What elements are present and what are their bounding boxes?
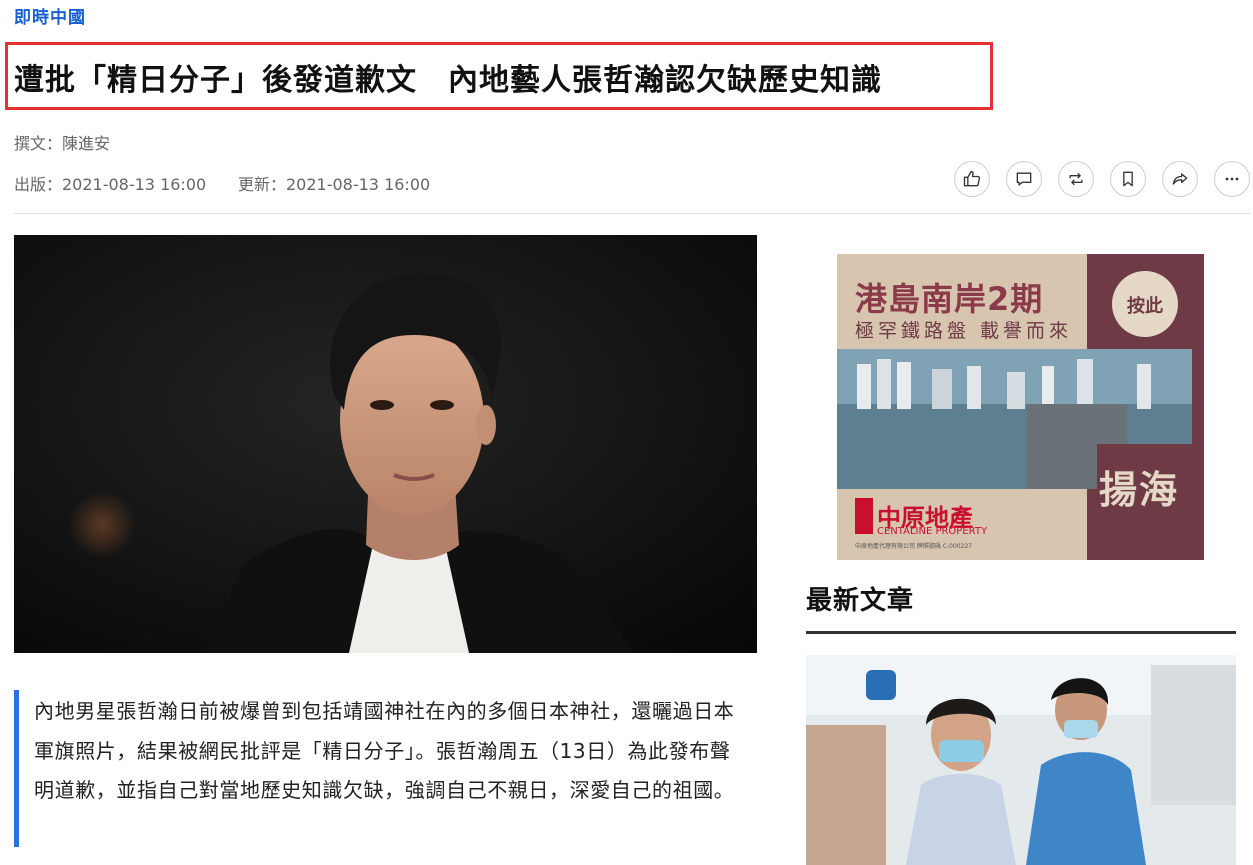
share-button[interactable] [1162,161,1198,197]
ad-subline: 極罕鐵路盤 載譽而來 [855,320,1073,342]
ad-headline: 港島南岸2期 [855,280,1044,318]
lede-accent-bar [14,690,19,847]
repost-icon [1069,172,1083,186]
comment-button[interactable] [1006,161,1042,197]
author-byline: 撰文：陳進安 [14,134,111,153]
article-lede: 內地男星張哲瀚日前被爆曾到包括靖國神社在內的多個日本神社，還曬過日本軍旗照片，結… [34,699,735,802]
bookmark-icon [1123,171,1133,187]
updated-date: 更新：2021-08-13 16:00 [238,175,431,194]
section-link[interactable]: 即時中國 [14,3,86,28]
like-button[interactable] [954,161,990,197]
hero-photo [14,235,757,653]
bookmark-button[interactable] [1110,161,1146,197]
thumbs-up-icon [963,170,981,187]
latest-articles-heading: 最新文章 [806,586,915,616]
published-date: 出版：2021-08-13 16:00 [14,175,207,194]
header-divider [14,213,1250,214]
repost-button[interactable] [1058,161,1094,197]
property-ad[interactable]: 港島南岸2期 極罕鐵路盤 載譽而來 按此 揚海 中原地產 CENTALINE P… [837,254,1204,560]
latest-divider [806,631,1236,634]
more-icon [1225,177,1239,181]
ad-brand-en: CENTALINE PROPERTY [877,526,988,537]
ad-cta-button[interactable]: 按此 [1127,292,1163,318]
more-button[interactable] [1214,161,1250,197]
ad-district: 揚海 [1099,468,1180,512]
latest-article-thumbnail[interactable] [806,655,1236,865]
comment-icon [1016,172,1032,186]
article-toolbar [954,161,1250,197]
ad-fine-print: 中原地產代理有限公司 牌照號碼 C-000227 [855,543,973,550]
article-title: 遭批「精日分子」後發道歉文 內地藝人張哲瀚認欠缺歷史知識 [14,63,882,98]
share-icon [1172,173,1188,185]
